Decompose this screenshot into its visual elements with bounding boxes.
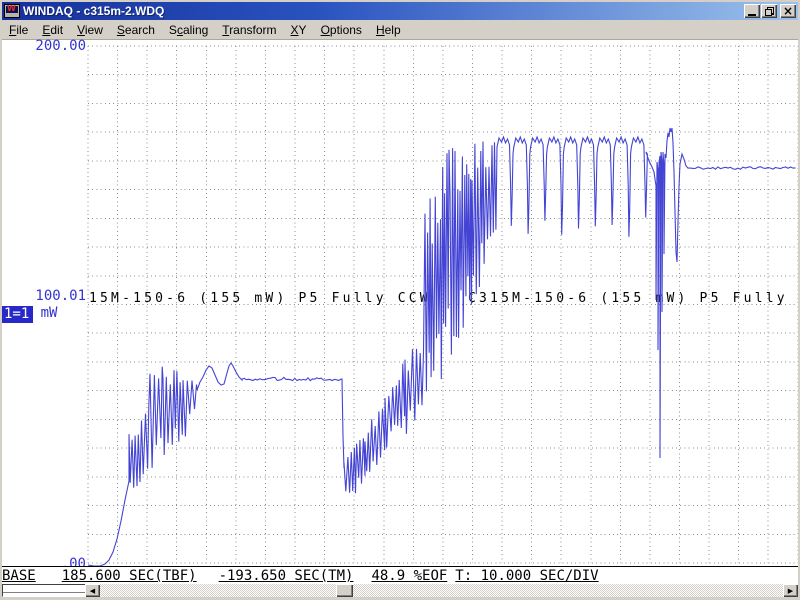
menu-file[interactable]: File bbox=[2, 21, 35, 39]
status-tm: -193.650 SEC(TM) bbox=[219, 568, 354, 584]
windaq-window: WINDAQ - c315m-2.WDQ × File Edit View Se… bbox=[0, 0, 800, 600]
menu-edit[interactable]: Edit bbox=[35, 21, 70, 39]
menu-transform[interactable]: Transform bbox=[215, 21, 283, 39]
restore-button[interactable] bbox=[761, 4, 777, 18]
menu-bar: File Edit View Search Scaling Transform … bbox=[2, 20, 798, 40]
window-controls: × bbox=[743, 4, 798, 18]
title-bar: WINDAQ - c315m-2.WDQ × bbox=[2, 2, 798, 20]
annotation-left: 15M-150-6 (155 mW) P5 Fully CCW bbox=[89, 291, 431, 306]
app-icon bbox=[4, 4, 20, 18]
minimize-button[interactable] bbox=[744, 4, 760, 18]
menu-scaling[interactable]: Scaling bbox=[162, 21, 215, 39]
restore-icon bbox=[765, 7, 774, 16]
close-icon: × bbox=[783, 5, 793, 18]
channel-badge: 1=1 bbox=[2, 306, 33, 323]
menu-search[interactable]: Search bbox=[110, 21, 162, 39]
minimize-icon bbox=[748, 14, 756, 16]
status-base-mode: BASE bbox=[2, 568, 36, 584]
chart-plot-area[interactable]: 15M-150-6 (155 mW) P5 Fully CCW C315M-15… bbox=[2, 40, 798, 566]
close-button[interactable]: × bbox=[780, 4, 796, 18]
y-axis-top-label: 200.00 bbox=[2, 38, 86, 54]
scroll-left-icon: ◀ bbox=[90, 587, 95, 595]
scrollbar-track[interactable] bbox=[100, 584, 783, 597]
position-indicator-panel bbox=[2, 584, 85, 597]
status-tbf: 185.600 SEC(TBF) bbox=[62, 568, 197, 584]
scroll-right-button[interactable]: ▶ bbox=[783, 584, 798, 597]
status-timebase: T: 10.000 SEC/DIV bbox=[455, 568, 598, 584]
menu-help[interactable]: Help bbox=[369, 21, 408, 39]
menu-view[interactable]: View bbox=[70, 21, 110, 39]
scroll-left-button[interactable]: ◀ bbox=[85, 584, 100, 597]
window-title: WINDAQ - c315m-2.WDQ bbox=[23, 4, 164, 18]
channel1-waveform bbox=[88, 128, 796, 566]
waveform-canvas: 15M-150-6 (155 mW) P5 Fully CCW C315M-15… bbox=[2, 40, 798, 566]
menu-options[interactable]: Options bbox=[314, 21, 369, 39]
y-axis-mid-label: 100.01 bbox=[2, 288, 86, 304]
menu-xy[interactable]: XY bbox=[284, 21, 314, 39]
annotation-right: C315M-150-6 (155 mW) P5 Fully CC bbox=[468, 291, 798, 306]
status-eof: 48.9 %EOF bbox=[371, 568, 447, 584]
scroll-right-icon: ▶ bbox=[788, 587, 793, 595]
horizontal-scrollbar: ◀ ▶ bbox=[2, 584, 798, 597]
status-bar: BASE 185.600 SEC(TBF) -193.650 SEC(TM) 48.9… bbox=[2, 566, 798, 584]
scrollbar-thumb[interactable] bbox=[336, 584, 353, 597]
